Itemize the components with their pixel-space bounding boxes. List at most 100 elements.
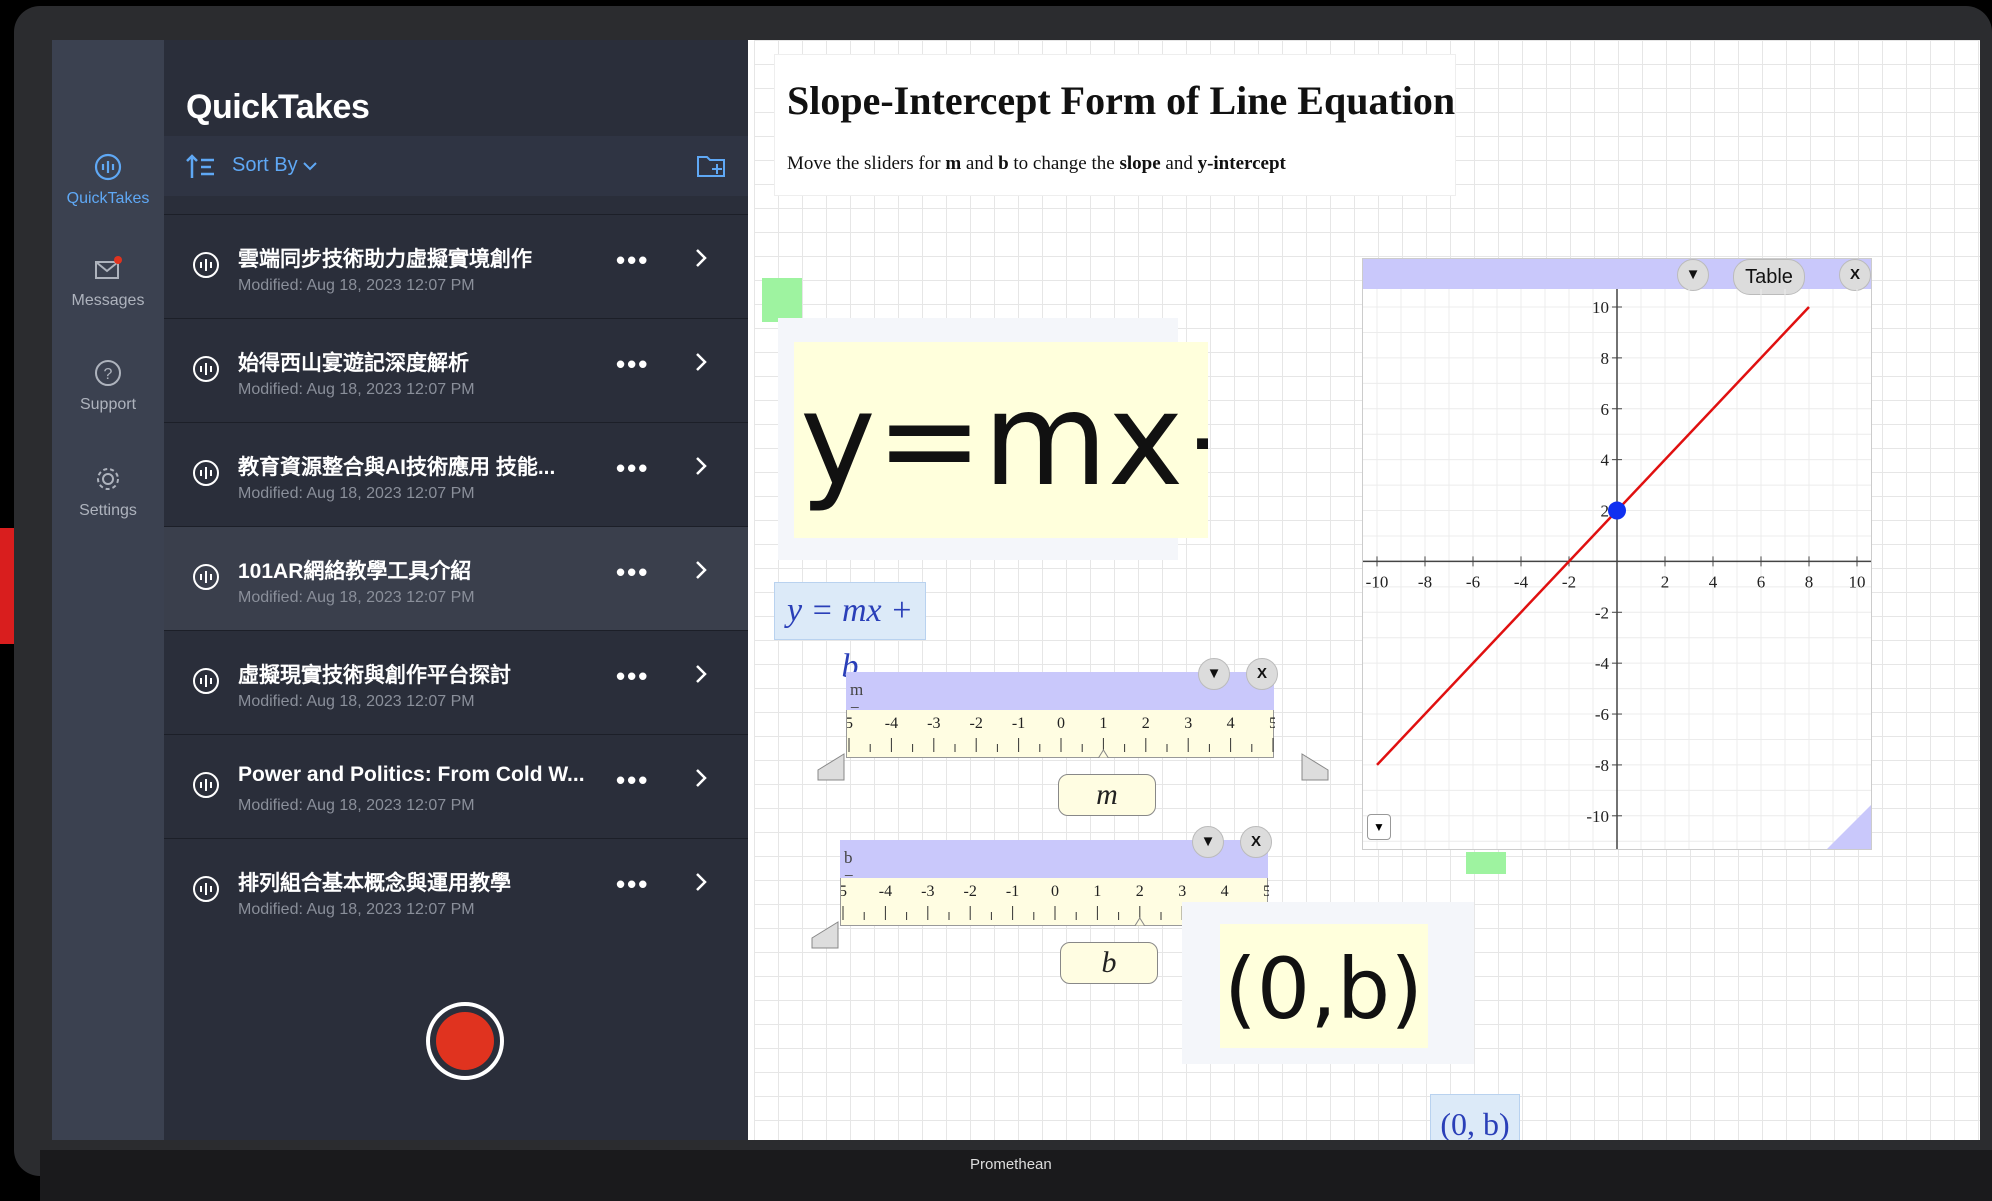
more-options-button[interactable]: ••• <box>616 869 649 900</box>
slider-tick-label: 0 <box>1057 715 1065 732</box>
slider-tick-label: 0 <box>1051 883 1059 900</box>
graph-window[interactable]: ▼ Table X -10 -8 -6 -4 -2 2 4 6 8 10 10 8 6 4 2 -2 -4 -6-… <box>1362 258 1872 850</box>
list-item[interactable]: 始得西山宴遊記深度解析 Modified: Aug 18, 2023 12:07 … <box>164 318 748 423</box>
item-title: Power and Politics: From Cold W... <box>238 763 585 786</box>
list-item[interactable]: 雲端同步技術助力虛擬實境創作 Modified: Aug 18, 2023 12:… <box>164 214 748 319</box>
graph-close-button[interactable]: X <box>1839 259 1871 291</box>
slider-tick-label: 3 <box>1184 715 1192 732</box>
slider-m-dropdown-button[interactable]: ▼ <box>1198 658 1230 690</box>
rail-label-support: Support <box>79 396 137 413</box>
slider-tick-label: -4 <box>879 883 892 900</box>
new-folder-icon[interactable] <box>696 152 728 180</box>
x-tick-label: 4 <box>1709 572 1718 591</box>
rail-item-quicktakes[interactable]: QuickTakes <box>52 152 164 208</box>
screen: QuickTakes Messages ? Support Settings Q… <box>52 40 1980 1140</box>
slider-b-close-button[interactable]: X <box>1240 826 1272 858</box>
gear-icon <box>97 468 119 490</box>
quicktakes-panel: QuickTakes Sort By 雲端同步技術助力虛擬實境創作 Modifie… <box>164 40 748 1140</box>
handwritten-point-drawing: (0,b) <box>1224 940 1423 1038</box>
audio-wave-icon <box>193 772 219 798</box>
intercept-point <box>1608 501 1626 520</box>
chevron-right-icon[interactable] <box>694 871 708 893</box>
more-options-button[interactable]: ••• <box>616 245 649 276</box>
slider-tick-label: 1 <box>1099 715 1107 732</box>
more-options-button[interactable]: ••• <box>616 453 649 484</box>
svg-text:(0,b): (0,b) <box>1224 940 1423 1038</box>
slider-m-ticks: 5 -4 -3 -2 -1 0 1 2 3 4 5 <box>845 715 1277 759</box>
item-title: 101AR網絡教學工具介紹 <box>238 560 472 583</box>
item-modified: Modified: Aug 18, 2023 12:07 PM <box>238 901 475 918</box>
handwritten-equation: y=mx+b <box>794 342 1372 538</box>
x-tick-label: 10 <box>1849 572 1866 591</box>
list-item[interactable]: 排列組合基本概念與運用教學 Modified: Aug 18, 2023 12:0… <box>164 838 748 943</box>
x-tick-label: -8 <box>1418 572 1432 591</box>
rail-item-messages[interactable]: Messages <box>52 254 164 310</box>
slider-tick-label: -3 <box>927 715 940 732</box>
record-dot-icon <box>436 1012 494 1070</box>
y-tick-label: 2 <box>1601 502 1610 521</box>
record-button[interactable] <box>426 1002 504 1080</box>
heading-card: Slope-Intercept Form of Line Equation Mo… <box>774 54 1456 196</box>
chevron-right-icon[interactable] <box>694 247 708 269</box>
x-tick-label: 8 <box>1805 572 1814 591</box>
more-options-button[interactable]: ••• <box>616 349 649 380</box>
sort-by-button[interactable]: Sort By <box>232 154 317 177</box>
x-tick-label: -6 <box>1466 572 1480 591</box>
slider-m-track[interactable]: 5 -4 -3 -2 -1 0 1 2 3 4 5 <box>845 710 1277 759</box>
list-item[interactable]: Power and Politics: From Cold W... Modifi… <box>164 734 748 839</box>
item-title: 排列組合基本概念與運用教學 <box>238 872 511 895</box>
slider-b-dropdown-button[interactable]: ▼ <box>1192 826 1224 858</box>
item-modified: Modified: Aug 18, 2023 12:07 PM <box>238 381 475 398</box>
y-tick-label: 4 <box>1601 451 1610 470</box>
lesson-instructions: Move the sliders for m and b to change t… <box>787 153 1286 174</box>
list-item[interactable]: 101AR網絡教學工具介紹 Modified: Aug 18, 2023 12:0… <box>164 526 748 631</box>
audio-wave-icon <box>193 564 219 590</box>
rail-item-settings[interactable]: Settings <box>52 464 164 520</box>
y-tick-label: -6 <box>1595 705 1609 724</box>
slider-m-left-handle[interactable] <box>816 752 846 782</box>
sort-icon[interactable] <box>186 154 216 180</box>
help-circle-icon: ? <box>95 360 121 386</box>
slider-pointer <box>1133 917 1146 927</box>
graph-collapse-button[interactable]: ▼ <box>1367 814 1391 840</box>
graph-dropdown-button[interactable]: ▼ <box>1677 259 1709 291</box>
slider-b-left-handle[interactable] <box>810 920 840 950</box>
brand-label: Promethean <box>970 1156 1052 1173</box>
more-options-button[interactable]: ••• <box>616 765 649 796</box>
rail-item-support[interactable]: ? Support <box>52 358 164 414</box>
graph-resize-handle[interactable] <box>1827 805 1871 849</box>
envelope-icon <box>95 256 122 279</box>
more-options-button[interactable]: ••• <box>616 661 649 692</box>
x-tick-label: -10 <box>1366 572 1389 591</box>
audio-wave-icon <box>193 460 219 486</box>
red-edge-mark <box>0 528 14 644</box>
nav-rail: QuickTakes Messages ? Support Settings <box>52 40 164 1140</box>
more-options-button[interactable]: ••• <box>616 557 649 588</box>
y-tick-label: 10 <box>1592 298 1609 317</box>
y-tick-label: -2 <box>1595 603 1609 622</box>
chevron-right-icon[interactable] <box>694 767 708 789</box>
y-tick-label: -10 <box>1586 807 1609 826</box>
green-marker-small[interactable] <box>1466 852 1506 874</box>
item-modified: Modified: Aug 18, 2023 12:07 PM <box>238 277 475 294</box>
svg-text:y=mx+b: y=mx+b <box>800 366 1208 515</box>
item-modified: Modified: Aug 18, 2023 12:07 PM <box>238 589 475 606</box>
slider-tick-label: 5 <box>841 883 847 900</box>
list-item[interactable]: 虛擬現實技術與創作平台探討 Modified: Aug 18, 2023 12:0… <box>164 630 748 735</box>
slider-tick-label: 4 <box>1221 883 1229 900</box>
green-marker[interactable] <box>762 278 802 322</box>
audio-wave-icon <box>193 356 219 382</box>
slider-m-close-button[interactable]: X <box>1246 658 1278 690</box>
slider-tick-label: 5 <box>847 715 853 732</box>
chevron-right-icon[interactable] <box>694 559 708 581</box>
chevron-right-icon[interactable] <box>694 663 708 685</box>
list-item[interactable]: 教育資源整合與AI技術應用 技能... Modified: Aug 18, 202… <box>164 422 748 527</box>
item-modified: Modified: Aug 18, 2023 12:07 PM <box>238 797 475 814</box>
slider-b-variable: b <box>1060 942 1158 984</box>
chevron-right-icon[interactable] <box>694 455 708 477</box>
slider-m-right-handle[interactable] <box>1300 752 1330 782</box>
point-math-box[interactable]: (0, b) <box>1430 1094 1520 1140</box>
chevron-right-icon[interactable] <box>694 351 708 373</box>
equation-math-box[interactable]: y = mx + b <box>774 582 926 685</box>
panel-title: QuickTakes <box>186 88 370 126</box>
